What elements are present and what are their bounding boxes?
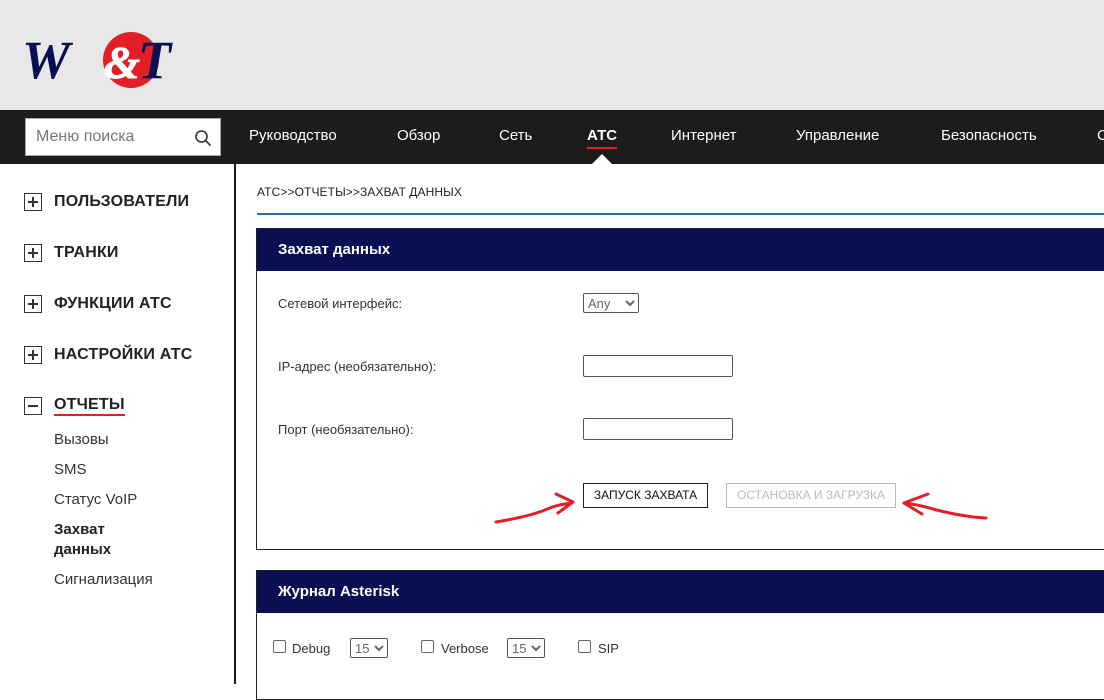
breadcrumb-divider: [257, 213, 1104, 215]
sidebar-group-label: ОТЧЕТЫ: [54, 396, 125, 416]
collapse-minus-icon: [24, 397, 42, 415]
sidebar-item-sms[interactable]: SMS: [54, 460, 87, 480]
ip-address-input[interactable]: [583, 355, 733, 377]
sidebar-item-calls[interactable]: Вызовы: [54, 430, 109, 450]
search-box: [25, 118, 221, 156]
sidebar-group-label: ФУНКЦИИ АТС: [54, 295, 172, 312]
debug-label: Debug: [292, 641, 331, 656]
nav-guide[interactable]: Руководство: [249, 110, 337, 164]
sidebar-group-trunks[interactable]: ТРАНКИ: [24, 242, 119, 264]
asterisk-panel: Журнал Asterisk: [256, 570, 1104, 700]
search-input[interactable]: [26, 119, 191, 155]
annotation-arrow-left: [494, 492, 575, 524]
capture-panel-title: Захват данных: [257, 229, 1104, 271]
sidebar-item-alarms[interactable]: Сигнализация: [54, 570, 153, 590]
annotation-arrow-right: [902, 492, 988, 520]
sidebar-group-label: ПОЛЬЗОВАТЕЛИ: [54, 193, 190, 210]
nav-network[interactable]: Сеть: [499, 110, 532, 164]
debug-checkbox[interactable]: [273, 640, 286, 653]
wt-logo[interactable]: & W T: [22, 26, 187, 90]
asterisk-panel-title: Журнал Asterisk: [257, 571, 1104, 613]
nav-internet[interactable]: Интернет: [671, 110, 736, 164]
nav-management[interactable]: Управление: [796, 110, 879, 164]
active-nav-caret: [592, 154, 612, 164]
svg-text:T: T: [138, 30, 173, 90]
expand-plus-icon: [24, 346, 42, 364]
svg-text:W: W: [22, 30, 74, 90]
verbose-label: Verbose: [441, 641, 489, 656]
nav-security[interactable]: Безопасность: [941, 110, 1037, 164]
sidebar-group-pbx-settings[interactable]: НАСТРОЙКИ АТС: [24, 344, 192, 366]
start-capture-button[interactable]: ЗАПУСК ЗАХВАТА: [583, 483, 708, 508]
sidebar-group-reports[interactable]: ОТЧЕТЫ: [24, 395, 125, 417]
sidebar-item-voip-status[interactable]: Статус VoIP: [54, 490, 137, 510]
sidebar-group-pbx-functions[interactable]: ФУНКЦИИ АТС: [24, 293, 172, 315]
interface-select[interactable]: Any: [583, 293, 639, 313]
debug-level-select[interactable]: 15: [350, 638, 388, 658]
port-label: Порт (необязательно):: [278, 422, 414, 437]
sidebar-group-label: НАСТРОЙКИ АТС: [54, 346, 193, 363]
expand-plus-icon: [24, 244, 42, 262]
nav-more[interactable]: С: [1097, 110, 1104, 164]
sidebar-group-users[interactable]: ПОЛЬЗОВАТЕЛИ: [24, 191, 189, 213]
breadcrumb: АТС>>ОТЧЕТЫ>>ЗАХВАТ ДАННЫХ: [257, 185, 462, 199]
verbose-level-select[interactable]: 15: [507, 638, 545, 658]
port-input[interactable]: [583, 418, 733, 440]
sip-checkbox[interactable]: [578, 640, 591, 653]
nav-overview[interactable]: Обзор: [397, 110, 440, 164]
sip-label: SIP: [598, 641, 619, 656]
sidebar-group-label: ТРАНКИ: [54, 244, 119, 261]
expand-plus-icon: [24, 295, 42, 313]
sidebar-divider: [234, 164, 236, 684]
verbose-checkbox[interactable]: [421, 640, 434, 653]
expand-plus-icon: [24, 193, 42, 211]
stop-download-button[interactable]: ОСТАНОВКА И ЗАГРУЗКА: [726, 483, 896, 508]
header: & W T: [0, 0, 1104, 110]
sidebar-item-data-capture[interactable]: Захват данных: [54, 520, 134, 560]
interface-label: Сетевой интерфейс:: [278, 296, 403, 311]
ip-label: IP-адрес (необязательно):: [278, 359, 437, 374]
main-nav: Руководство Обзор Сеть АТС Интернет Упра…: [0, 110, 1104, 164]
svg-text:&: &: [104, 37, 140, 88]
search-icon[interactable]: [194, 129, 212, 147]
